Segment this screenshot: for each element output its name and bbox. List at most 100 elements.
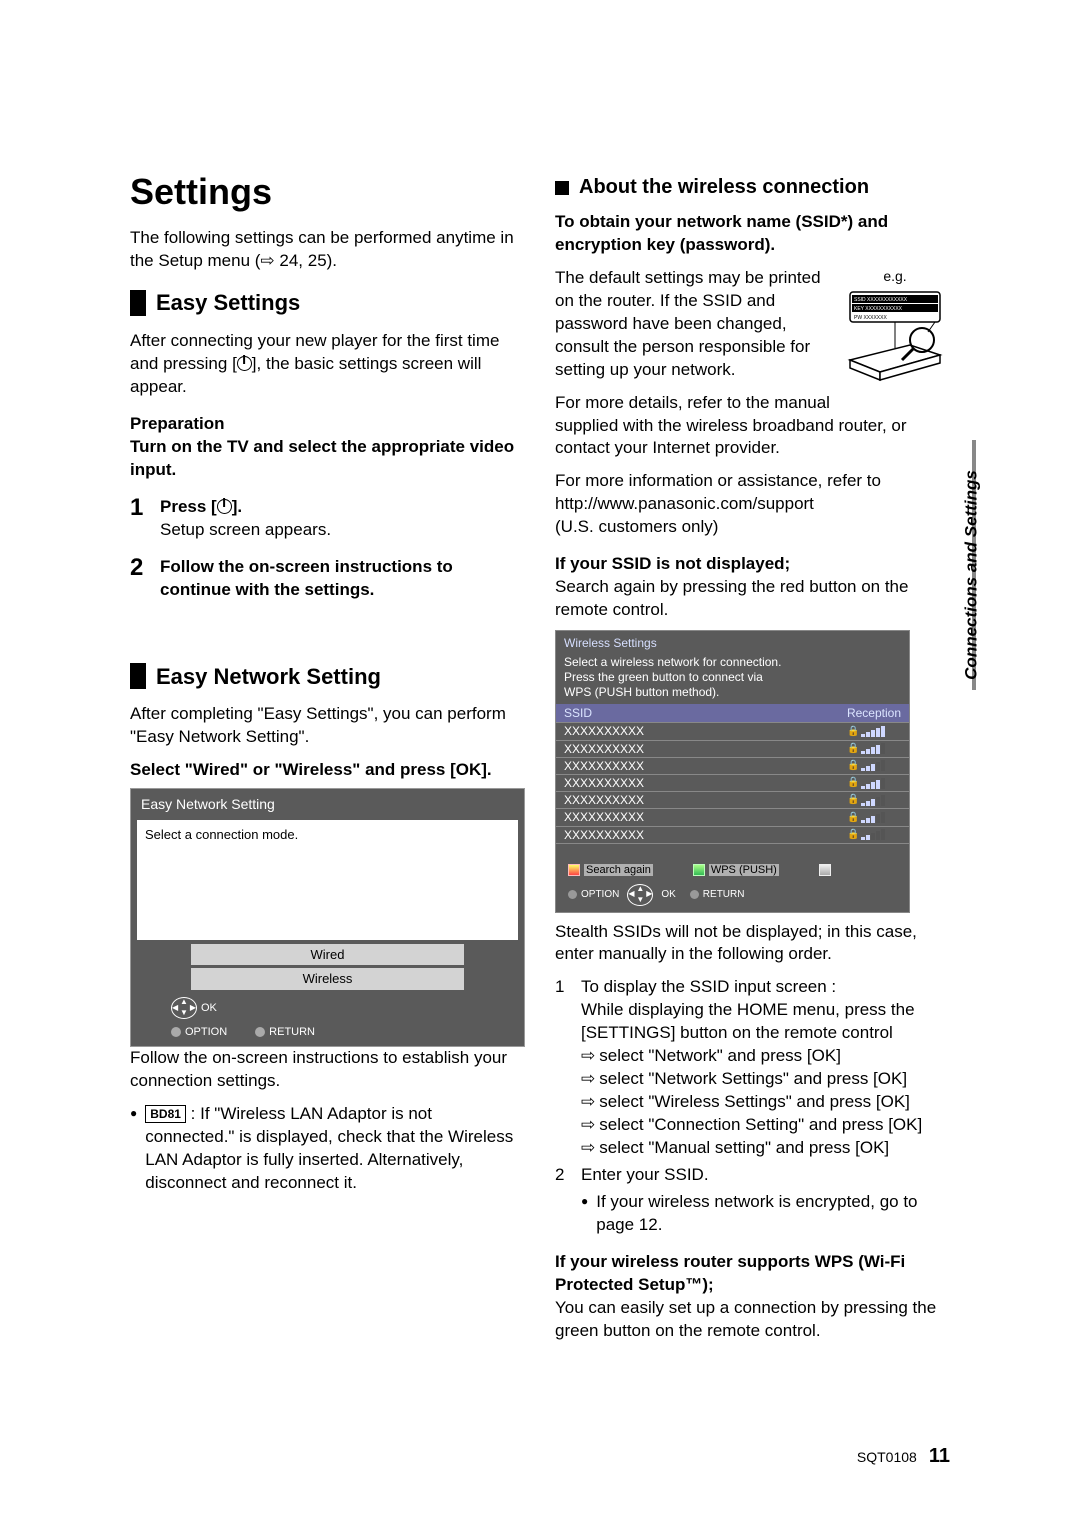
lock-icon: 🔒 [847,759,861,773]
easy-settings-heading-text: Easy Settings [156,288,300,318]
ws-title: Wireless Settings [556,631,909,655]
signal-icon [861,760,901,771]
signal-icon [861,829,901,840]
easy-network-heading: Easy Network Setting [130,662,525,692]
screenshot-footer: ▲▼◀▶ OK [131,993,524,1025]
screenshot-title: Easy Network Setting [131,789,524,820]
red-button-icon [568,864,580,876]
encrypted-note: ● If your wireless network is encrypted,… [581,1191,950,1237]
lock-icon: 🔒 [847,828,861,842]
option-wired: Wired [191,944,464,966]
step-2: 2 Follow the on-screen instructions to c… [130,556,525,602]
step-number: 2 [130,556,150,602]
dot-icon [255,1027,265,1037]
dpad-icon: ▲▼◀▶ [171,997,197,1019]
option-label: OPTION [185,1025,227,1040]
scroll-gap [556,843,909,857]
signal-icon [861,726,901,737]
step-body: Press []. Setup screen appears. [160,496,525,542]
list-item: XXXXXXXXXX🔒 [556,808,909,825]
easy-network-heading-text: Easy Network Setting [156,662,381,692]
router-icon: SSID SSID XXXXXXXXXXXX KEY XXXXXXXXXXX P… [840,290,950,390]
screenshot-body: Select a connection mode. [137,820,518,940]
ws-header: SSID Reception [556,704,909,722]
lock-icon: 🔒 [847,793,861,807]
heading-bar-icon [130,290,146,316]
step-body: To display the SSID input screen : While… [581,976,950,1160]
ssid-step-1b: select "Network" and press [OK] [581,1045,950,1068]
follow-instructions: Follow the on-screen instructions to est… [130,1047,525,1093]
wireless-settings-screenshot: Wireless Settings Select a wireless netw… [555,630,910,913]
ssid-step-1-title: To display the SSID input screen : [581,976,950,999]
preparation-label: Preparation [130,413,525,436]
support-url-text: For more information or assistance, refe… [555,471,881,513]
lock-icon: 🔒 [847,742,861,756]
us-only-text: (U.S. customers only) [555,517,718,536]
list-item: XXXXXXXXXX🔒 [556,740,909,757]
lock-icon: 🔒 [847,776,861,790]
page-number: 11 [929,1445,950,1468]
option-wireless: Wireless [191,968,464,990]
green-button-icon [693,864,705,876]
easy-network-screenshot: Easy Network Setting Select a connection… [130,788,525,1047]
ssid-step-1a: While displaying the HOME menu, press th… [581,999,950,1045]
ws-desc: Select a wireless network for connection… [556,655,909,704]
section-tab-label: Connections and Settings [962,470,982,680]
ssid-step-1d: select "Wireless Settings" and press [OK… [581,1091,950,1114]
ws-buttons: Search again WPS (PUSH) [556,857,909,882]
ok-label: OK [661,888,675,902]
ssid-header: SSID [564,705,847,721]
step-1-sub: Setup screen appears. [160,520,331,539]
step-body: Enter your SSID. ● If your wireless netw… [581,1164,950,1237]
lock-icon: 🔒 [847,811,861,825]
ssid-not-displayed-heading: If your SSID is not displayed; [555,553,950,576]
signal-icon [861,743,901,754]
step-1: 1 Press []. Setup screen appears. [130,496,525,542]
option-label: OPTION [581,888,619,902]
search-again: Search again [568,861,653,878]
manual-page: Settings The following settings can be p… [0,0,1080,1402]
stealth-ssid-text: Stealth SSIDs will not be displayed; in … [555,921,950,967]
svg-text:SSID XXXXXXXXXXXX: SSID XXXXXXXXXXXX [854,297,908,303]
ok-label: OK [201,1001,217,1016]
wps-push: WPS (PUSH) [693,861,779,878]
screenshot-footer-2: OPTION RETURN [131,1025,524,1046]
dot-icon [690,890,699,899]
return-label: RETURN [269,1025,315,1040]
model-badge: BD81 [145,1105,186,1123]
more-details-text: For more details, refer to the manual su… [555,392,950,461]
ssid-step-1e: select "Connection Setting" and press [O… [581,1114,950,1137]
svg-text:KEY XXXXXXXXXXX: KEY XXXXXXXXXXX [854,306,903,312]
ws-footer: OPTION ▲▼◀▶ OK RETURN [556,882,909,912]
step-number: 2 [555,1164,569,1237]
page-footer: SQT0108 11 [857,1445,950,1468]
return-label: RETURN [703,888,745,902]
wps-text: You can easily set up a connection by pr… [555,1297,950,1343]
bullet-icon: ● [581,1191,588,1237]
section-tab: Connections and Settings [952,440,972,690]
select-wired-wireless: Select "Wired" or "Wireless" and press [… [130,759,525,782]
page-intro: The following settings can be performed … [130,227,525,273]
ssid-step-2: 2 Enter your SSID. ● If your wireless ne… [555,1164,950,1237]
eg-label: e.g. [840,267,950,286]
bd81-note: ● BD81 : If "Wireless LAN Adaptor is not… [130,1103,525,1195]
more-info-block: For more information or assistance, refe… [555,470,950,539]
easy-settings-heading: Easy Settings [130,288,525,318]
preparation-text: Turn on the TV and select the appropriat… [130,436,525,482]
power-icon [237,356,252,371]
signal-icon [861,778,901,789]
step-2-text: Follow the on-screen instructions to con… [160,557,453,599]
lock-icon: 🔒 [847,725,861,739]
bullet-icon: ● [130,1103,137,1195]
about-wireless-text: About the wireless connection [579,174,869,201]
heading-bar-icon [130,663,146,689]
right-column: About the wireless connection To obtain … [555,168,950,1342]
power-icon [217,499,232,514]
list-item: XXXXXXXXXX🔒 [556,791,909,808]
signal-icon [861,795,901,806]
bd81-text: : If "Wireless LAN Adaptor is not connec… [145,1104,513,1192]
search-again-text: Search again by pressing the red button … [555,576,950,622]
step-number: 1 [555,976,569,1160]
ssid-step-2-title: Enter your SSID. [581,1164,950,1187]
reception-header: Reception [847,705,901,721]
